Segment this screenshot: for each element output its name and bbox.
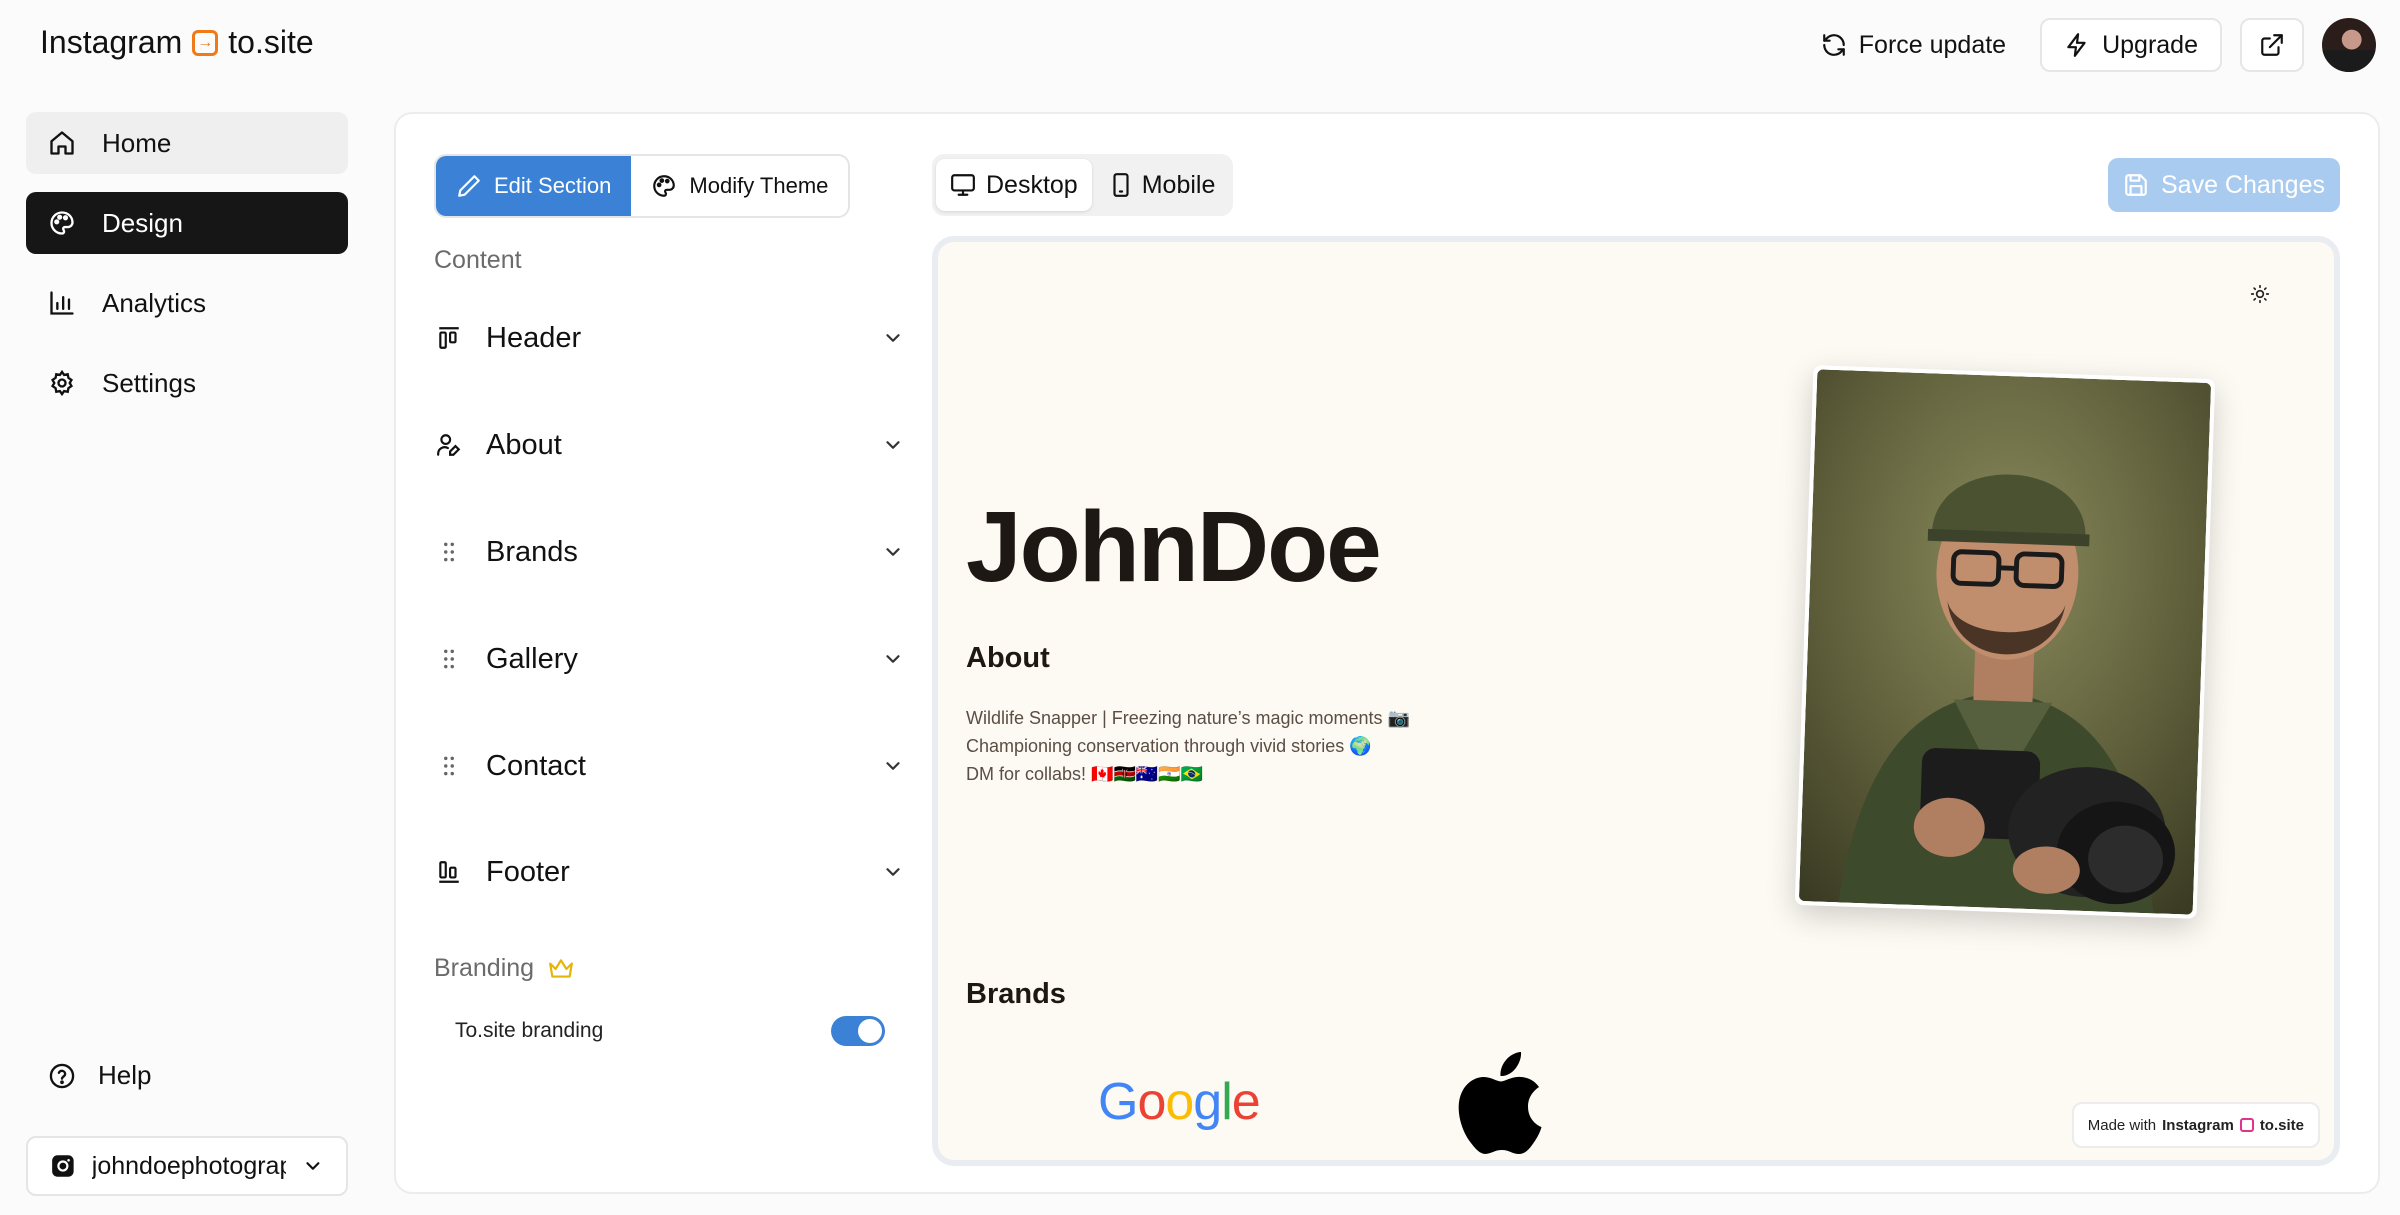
modify-theme-tab[interactable]: Modify Theme <box>631 156 848 216</box>
preview-about-heading: About <box>966 642 1050 674</box>
sidebar-item-design[interactable]: Design <box>26 192 348 254</box>
sidebar-item-analytics[interactable]: Analytics <box>26 272 348 334</box>
preview-brands-heading: Brands <box>966 978 1066 1010</box>
desktop-view-button[interactable]: Desktop <box>936 159 1092 211</box>
topbar-actions: Force update Upgrade <box>1805 18 2376 72</box>
about-line: Championing conservation through vivid s… <box>966 736 1372 756</box>
smartphone-icon <box>1113 173 1129 197</box>
made-with-text: Made with <box>2087 1116 2157 1134</box>
branding-toggle-row: To.site branding <box>455 1016 885 1046</box>
content-heading: Content <box>434 246 522 274</box>
preview-name: JohnDoe <box>966 491 1382 603</box>
section-label: Header <box>486 321 582 354</box>
lightning-icon <box>2067 33 2086 57</box>
made-with-instagram: Instagram <box>2162 1116 2234 1134</box>
section-brands[interactable]: Brands <box>434 522 904 582</box>
palette-icon <box>653 175 676 197</box>
section-label: Gallery <box>486 642 578 675</box>
open-external-button[interactable] <box>2240 18 2304 72</box>
made-with-tosite: to.site <box>2259 1116 2304 1134</box>
device-view-toggle: Desktop Mobile <box>932 154 1234 216</box>
about-line: DM for collabs! 🇨🇦🇰🇪🇦🇺🇮🇳🇧🇷 <box>966 764 1204 784</box>
theme-sun-icon[interactable] <box>2250 284 2270 309</box>
chevron-down-icon <box>886 655 900 663</box>
sidebar-item-label: Home <box>102 127 172 158</box>
header-layout-icon <box>434 323 464 353</box>
branding-toggle-label: To.site branding <box>455 1019 604 1042</box>
account-name: johndoephotography <box>91 1151 286 1180</box>
help-label: Help <box>98 1060 152 1090</box>
apple-logo <box>1446 1032 1566 1160</box>
section-contact[interactable]: Contact <box>434 736 904 796</box>
modify-theme-label: Modify Theme <box>689 173 829 198</box>
save-changes-button[interactable]: Save Changes <box>2108 158 2340 212</box>
section-label: About <box>486 428 562 461</box>
upgrade-button[interactable]: Upgrade <box>2040 18 2222 72</box>
branding-toggle[interactable] <box>831 1016 885 1046</box>
made-with-badge[interactable]: Made with Instagram to.site <box>2071 1102 2320 1148</box>
upgrade-label: Upgrade <box>2102 30 2198 59</box>
save-label: Save Changes <box>2160 170 2325 199</box>
editor-mode-toggle: Edit Section Modify Theme <box>434 154 851 218</box>
made-with-arrow-icon <box>2239 1118 2254 1132</box>
bar-chart-icon <box>50 291 74 315</box>
section-label: Footer <box>486 855 570 888</box>
save-icon <box>2125 174 2147 196</box>
refresh-icon <box>1822 34 1845 56</box>
chevron-down-icon <box>306 1162 320 1170</box>
pencil-icon <box>458 175 480 197</box>
help-link[interactable]: Help <box>48 1060 151 1091</box>
sidebar-item-label: Analytics <box>102 287 207 318</box>
instagram-icon <box>52 1155 74 1177</box>
logo-tosite-text: to.site <box>228 24 314 60</box>
chevron-down-icon <box>886 548 900 556</box>
user-avatar[interactable] <box>2322 18 2376 72</box>
section-about[interactable]: About <box>434 415 904 475</box>
crown-icon <box>549 958 573 978</box>
sidebar-item-label: Design <box>102 207 183 238</box>
edit-section-label: Edit Section <box>494 173 612 198</box>
sidebar-item-home[interactable]: Home <box>26 112 348 174</box>
mobile-label: Mobile <box>1141 170 1216 199</box>
chevron-down-icon <box>886 334 900 342</box>
branding-label: Branding <box>434 954 535 982</box>
force-update-button[interactable]: Force update <box>1805 19 2022 72</box>
section-header[interactable]: Header <box>434 308 904 368</box>
section-label: Brands <box>486 535 578 568</box>
chevron-down-icon <box>886 868 900 876</box>
logo-arrow-icon: → <box>192 29 219 56</box>
palette-icon <box>50 211 74 235</box>
profile-photo <box>1794 365 2216 919</box>
home-icon <box>50 131 74 155</box>
app-logo[interactable]: Instagram → to.site <box>40 24 314 61</box>
account-switcher[interactable]: johndoephotography <box>26 1136 348 1196</box>
user-edit-icon <box>434 430 464 460</box>
google-logo: Google <box>1098 1073 1261 1131</box>
section-label: Contact <box>486 749 586 782</box>
monitor-icon <box>951 174 975 196</box>
edit-section-tab[interactable]: Edit Section <box>436 156 632 216</box>
sidebar-nav: Home Design Analytics Settings <box>26 112 348 432</box>
site-preview: JohnDoe About Wildlife Snapper | Freezin… <box>932 236 2340 1166</box>
gear-icon <box>51 369 73 397</box>
preview-about-text: Wildlife Snapper | Freezing nature’s mag… <box>966 704 1410 788</box>
branding-heading: Branding <box>434 954 574 983</box>
chevron-down-icon <box>886 441 900 449</box>
about-line: Wildlife Snapper | Freezing nature’s mag… <box>966 708 1410 728</box>
sidebar-item-settings[interactable]: Settings <box>26 352 348 414</box>
chevron-down-icon <box>886 762 900 770</box>
footer-layout-icon <box>434 857 464 887</box>
force-update-label: Force update <box>1858 30 2007 59</box>
drag-handle-icon[interactable] <box>434 644 464 674</box>
help-circle-icon <box>49 1063 75 1088</box>
sidebar-item-label: Settings <box>102 367 196 398</box>
drag-handle-icon[interactable] <box>434 537 464 567</box>
logo-instagram-text: Instagram <box>40 24 183 60</box>
section-footer[interactable]: Footer <box>434 842 904 902</box>
desktop-label: Desktop <box>986 170 1078 199</box>
mobile-view-button[interactable]: Mobile <box>1096 159 1230 211</box>
external-link-icon <box>2261 34 2283 56</box>
section-gallery[interactable]: Gallery <box>434 629 904 689</box>
drag-handle-icon[interactable] <box>434 751 464 781</box>
